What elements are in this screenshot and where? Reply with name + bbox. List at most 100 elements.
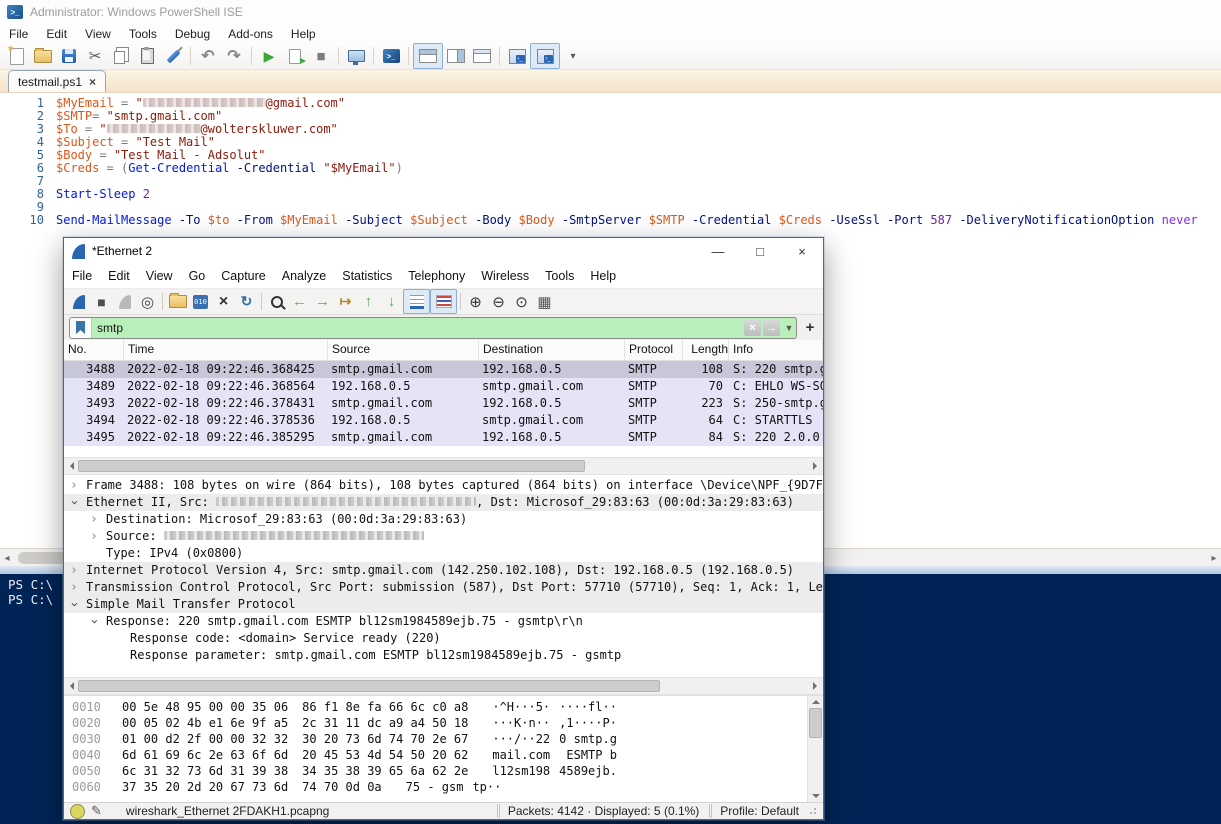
ise-menu-help[interactable]: Help [282,27,325,41]
scroll-left-arrow-icon[interactable]: ◂ [0,550,14,566]
detail-row[interactable]: ›Internet Protocol Version 4, Src: smtp.… [64,562,823,579]
filter-add-button[interactable]: + [802,319,818,336]
show-script-pane-top-icon[interactable] [413,43,443,69]
detail-row[interactable]: ›Destination: Microsof_29:83:63 (00:0d:3… [64,511,823,528]
filter-bookmark-icon[interactable] [70,318,92,338]
ise-menu-add-ons[interactable]: Add-ons [219,27,282,41]
resize-grip[interactable] [809,807,817,815]
packet-row[interactable]: 34942022-02-18 09:22:46.378536192.168.0.… [64,412,823,429]
zoom-out-icon[interactable]: ⊖ [487,291,510,312]
wireshark-title-bar[interactable]: *Ethernet 2 —□× [64,238,823,264]
go-to-first-packet-icon[interactable]: ↑ [357,291,380,312]
scroll-right-arrow-icon[interactable] [809,459,823,473]
column-header-no[interactable]: No. [64,340,124,360]
ws-menu-file[interactable]: File [64,269,100,283]
show-script-pane-maximized-icon[interactable] [469,45,495,67]
cut-icon[interactable]: ✂ [82,45,108,67]
detail-row[interactable]: ›Transmission Control Protocol, Src Port… [64,579,823,596]
detail-row[interactable]: Type: IPv4 (0x0800) [64,545,823,562]
colorize-packets-icon[interactable] [430,289,457,314]
scrollbar-thumb[interactable] [78,680,660,692]
scroll-left-arrow-icon[interactable] [64,679,78,693]
details-horizontal-scrollbar[interactable] [64,677,823,695]
filter-clear-icon[interactable]: × [744,320,761,336]
ise-menu-view[interactable]: View [76,27,120,41]
expand-icon[interactable]: › [70,477,78,494]
filter-dropdown-icon[interactable]: ▼ [782,323,796,333]
column-header-time[interactable]: Time [124,340,328,360]
clear-console-pane-icon[interactable] [160,45,186,67]
scrollbar-thumb[interactable] [809,708,822,738]
detail-row[interactable]: ›Source: [64,528,823,545]
scroll-down-arrow-icon[interactable] [812,792,820,802]
reload-capture-file-icon[interactable]: ↻ [235,291,258,312]
packet-row[interactable]: 34882022-02-18 09:22:46.368425smtp.gmail… [64,361,823,378]
scrollbar-thumb[interactable] [78,460,585,472]
stop-operation-icon[interactable]: ■ [308,45,334,67]
save-capture-file-icon[interactable]: 010 [189,291,212,312]
filter-text[interactable]: smtp [92,321,744,335]
packet-row[interactable]: 34952022-02-18 09:22:46.385295smtp.gmail… [64,429,823,446]
tab-close-icon[interactable]: × [89,75,96,89]
column-header-protocol[interactable]: Protocol [625,340,683,360]
script-pane-toggle-icon[interactable] [504,45,530,67]
ise-menu-tools[interactable]: Tools [120,27,166,41]
paste-icon[interactable] [134,45,160,67]
detail-row[interactable]: Response code: <domain> Service ready (2… [64,630,823,647]
start-capture-icon[interactable] [67,291,90,312]
ws-menu-help[interactable]: Help [582,269,624,283]
profile-indicator[interactable]: Profile: Default [720,804,799,818]
detail-row[interactable]: ›Response: 220 smtp.gmail.com ESMTP bl12… [64,613,823,630]
display-filter-input[interactable]: smtp × → ▼ [69,317,797,339]
show-script-pane-right-icon[interactable] [443,45,469,67]
toolbar-overflow-icon[interactable]: ▾ [560,45,586,67]
ise-title-bar[interactable]: >_ Administrator: Windows PowerShell ISE [0,0,1221,24]
ws-menu-capture[interactable]: Capture [213,269,273,283]
undo-icon[interactable]: ↶ [195,45,221,67]
packet-row[interactable]: 34892022-02-18 09:22:46.368564192.168.0.… [64,378,823,395]
stop-capture-icon[interactable]: ■ [90,291,113,312]
column-header-source[interactable]: Source [328,340,479,360]
ise-menu-debug[interactable]: Debug [166,27,219,41]
expand-icon[interactable]: › [90,528,98,545]
go-forward-icon[interactable]: → [311,291,334,312]
collapse-icon[interactable]: › [65,499,82,507]
packet-list-horizontal-scrollbar[interactable] [64,457,823,475]
detail-row[interactable]: ›Frame 3488: 108 bytes on wire (864 bits… [64,477,823,494]
console-pane-toggle-icon[interactable] [530,43,560,69]
bytes-vertical-scrollbar[interactable] [807,696,823,802]
detail-row[interactable]: ›Ethernet II, Src: , Dst: Microsof_29:83… [64,494,823,511]
new-remote-powershell-tab-icon[interactable] [343,45,369,67]
detail-row[interactable]: ›Simple Mail Transfer Protocol [64,596,823,613]
zoom-reset-icon[interactable]: ⊙ [510,291,533,312]
collapse-icon[interactable]: › [85,618,102,626]
ws-menu-view[interactable]: View [138,269,181,283]
copy-icon[interactable] [108,45,134,67]
maximize-button[interactable]: □ [739,238,781,264]
scroll-up-arrow-icon[interactable] [812,696,820,706]
expert-info-icon[interactable] [70,804,85,819]
go-back-icon[interactable]: ← [288,291,311,312]
expand-icon[interactable]: › [90,511,98,528]
open-script-icon[interactable] [30,45,56,67]
column-header-destination[interactable]: Destination [479,340,625,360]
column-header-info[interactable]: Info [729,340,823,360]
redo-icon[interactable]: ↷ [221,45,247,67]
capture-comment-icon[interactable]: ✎ [91,803,102,819]
ws-menu-wireless[interactable]: Wireless [473,269,537,283]
find-packet-icon[interactable] [265,291,288,312]
filter-apply-icon[interactable]: → [763,320,780,336]
ws-menu-go[interactable]: Go [181,269,214,283]
ws-menu-statistics[interactable]: Statistics [334,269,400,283]
packet-bytes-pane[interactable]: 001000 5e 48 95 00 00 35 0686 f1 8e fa 6… [64,695,823,802]
detail-row[interactable]: Response parameter: smtp.gmail.com ESMTP… [64,647,823,664]
ws-menu-edit[interactable]: Edit [100,269,138,283]
scroll-right-arrow-icon[interactable]: ▸ [1207,550,1221,566]
start-powershell-exe-icon[interactable]: >_ [378,45,404,67]
close-button[interactable]: × [781,238,823,264]
restart-capture-icon[interactable] [113,291,136,312]
ws-menu-tools[interactable]: Tools [537,269,582,283]
scroll-right-arrow-icon[interactable] [809,679,823,693]
save-script-icon[interactable] [56,45,82,67]
collapse-icon[interactable]: › [65,601,82,609]
